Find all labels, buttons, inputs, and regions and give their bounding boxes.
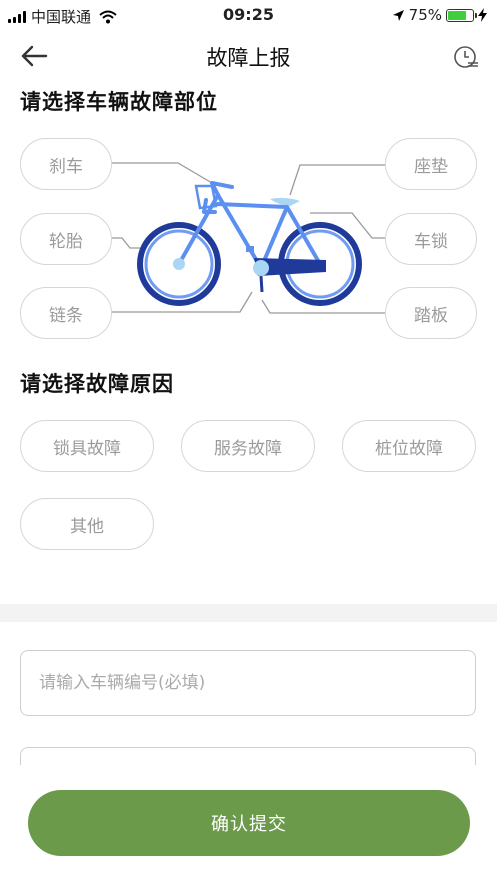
battery-percent: 75% (408, 6, 442, 24)
reasons-section-title: 请选择故障原因 (20, 372, 174, 396)
reason-chip-lock-fault[interactable]: 锁具故障 (20, 420, 154, 472)
part-chip-brake[interactable]: 刹车 (20, 138, 112, 190)
part-chip-tire[interactable]: 轮胎 (20, 213, 112, 265)
reason-chip-dock-fault[interactable]: 桩位故障 (342, 420, 476, 472)
part-chip-pedal[interactable]: 踏板 (385, 287, 477, 339)
bike-number-input[interactable] (20, 650, 476, 716)
part-chip-chain[interactable]: 链条 (20, 287, 112, 339)
bike-wheels (137, 222, 362, 306)
bike-pedal-hub (253, 260, 269, 276)
page-title: 故障上报 (206, 46, 291, 70)
battery-icon (446, 8, 477, 22)
status-right: 75% (392, 6, 487, 24)
history-clock-icon[interactable] (453, 44, 479, 70)
part-chip-seat[interactable]: 座垫 (385, 138, 477, 190)
submit-button[interactable]: 确认提交 (28, 790, 470, 856)
bike-frame (177, 181, 322, 270)
parts-section-title: 请选择车辆故障部位 (20, 90, 218, 114)
charging-bolt-icon (478, 8, 487, 22)
reason-chip-service-fault[interactable]: 服务故障 (181, 420, 315, 472)
part-chip-lock[interactable]: 车锁 (385, 213, 477, 265)
location-arrow-icon (392, 9, 404, 21)
section-divider (0, 604, 497, 622)
reason-chip-other[interactable]: 其他 (20, 498, 154, 550)
status-bar: 中国联通 09:25 75% (0, 0, 497, 30)
nav-bar: 故障上报 (0, 30, 497, 82)
